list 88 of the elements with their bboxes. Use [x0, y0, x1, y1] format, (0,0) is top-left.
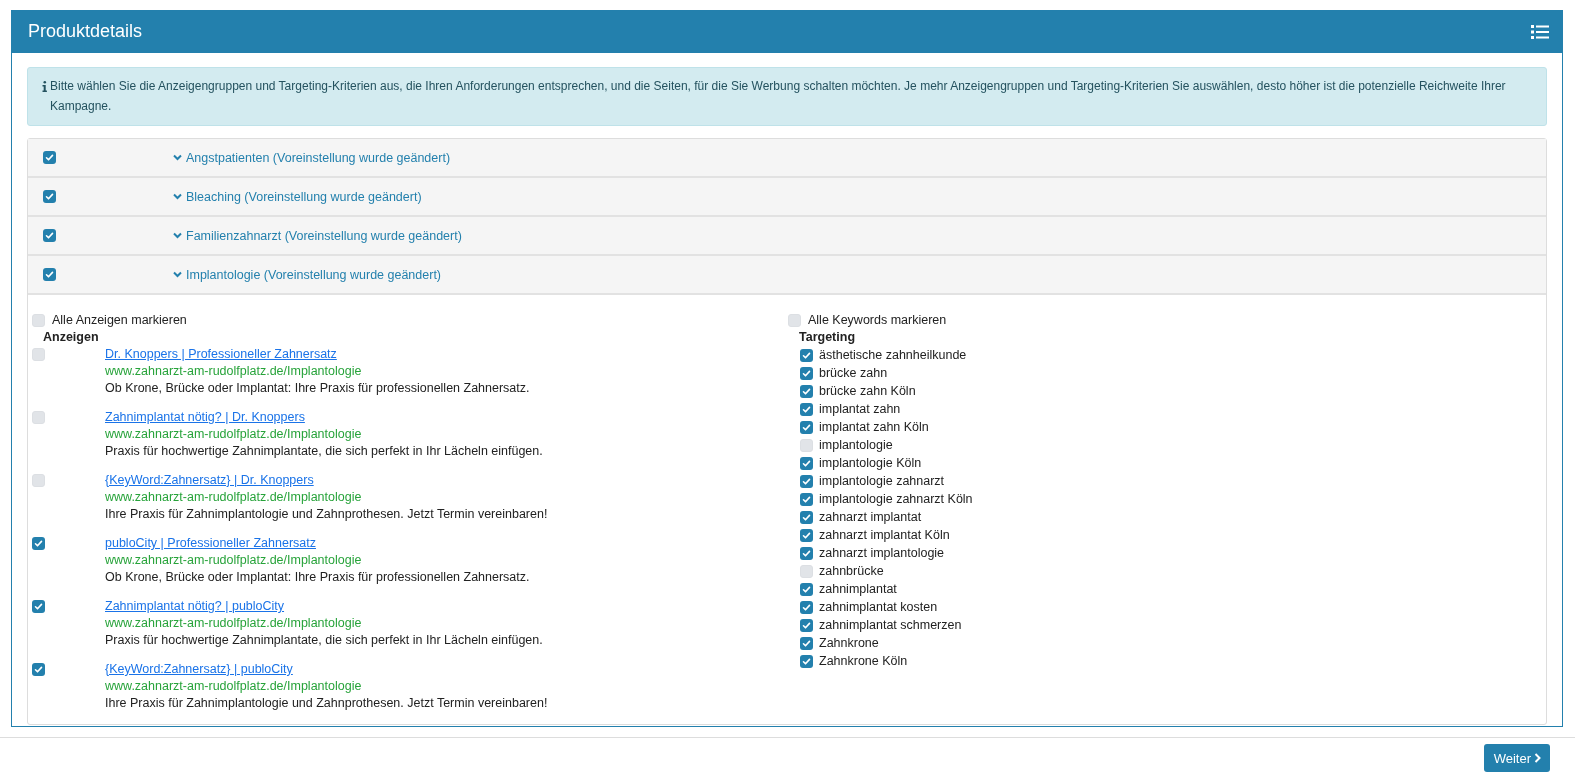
- keyword-label: implantologie Köln: [819, 456, 922, 470]
- keyword-label: ästhetische zahnheilkunde: [819, 348, 967, 362]
- checkbox[interactable]: [800, 654, 813, 668]
- keyword-label: implantat zahn: [819, 402, 901, 416]
- select-all-label: Alle Keywords markieren: [808, 313, 947, 327]
- chevron-down-icon: [173, 232, 182, 239]
- checkbox[interactable]: [800, 438, 813, 452]
- accordion-title[interactable]: Implantologie (Voreinstellung wurde geändert): [186, 267, 442, 282]
- checkbox[interactable]: [800, 564, 813, 578]
- checkbox[interactable]: [32, 537, 45, 550]
- keyword-label: Zahnkrone: [819, 636, 879, 650]
- ad-description: Praxis für hochwertige Zahnimplantate, die sich perfekt in Ihr Lächeln einfügen.: [105, 632, 543, 649]
- next-button[interactable]: Weiter: [1483, 744, 1550, 772]
- list-icon[interactable]: [1531, 23, 1549, 40]
- keyword-label: zahnarzt implantat: [819, 510, 922, 524]
- info-text: Bitte wählen Sie die Anzeigengruppen und Targeting-Kriterien aus, die Ihren Anforderungen entsprechen, und die Seiten, für die Sie Werbung schalten möchten. Je mehr Anzeigengruppen und Targeting-Kriterien Sie auswählen, desto höher ist die potenzielle Reichweite Ihrer Kampagne.: [50, 78, 1507, 115]
- accordion-title[interactable]: Angstpatienten (Voreinstellung wurde geändert): [186, 150, 451, 165]
- chevron-down-icon: [173, 154, 182, 161]
- keyword-label: brücke zahn Köln: [819, 384, 916, 398]
- accordion-header[interactable]: Bleaching (Voreinstellung wurde geändert): [28, 178, 1546, 217]
- ad-title-link[interactable]: {KeyWord:Zahnersatz} | Dr. Knoppers: [105, 472, 314, 489]
- ad-description: Praxis für hochwertige Zahnimplantate, die sich perfekt in Ihr Lächeln einfügen.: [105, 443, 543, 460]
- ad-title-link[interactable]: {KeyWord:Zahnersatz} | publoCity: [105, 661, 293, 678]
- accordion-title[interactable]: Bleaching (Voreinstellung wurde geändert): [186, 189, 422, 204]
- checkbox[interactable]: [800, 348, 813, 362]
- checkbox[interactable]: [788, 313, 801, 327]
- keyword-label: implantat zahn Köln: [819, 420, 929, 434]
- ad-url: www.zahnarzt-am-rudolfplatz.de/Implantologie: [105, 552, 363, 569]
- ad-url: www.zahnarzt-am-rudolfplatz.de/Implantologie: [105, 426, 363, 443]
- checkbox[interactable]: [32, 663, 45, 676]
- checkbox[interactable]: [800, 420, 813, 434]
- chevron-down-icon: [173, 193, 182, 200]
- ad-description: Ob Krone, Brücke oder Implantat: Ihre Praxis für professionellen Zahnersatz.: [105, 569, 530, 586]
- checkbox[interactable]: [32, 474, 45, 487]
- keyword-label: zahnimplantat: [819, 582, 897, 596]
- checkbox[interactable]: [32, 411, 45, 424]
- keyword-label: zahnimplantat kosten: [819, 600, 938, 614]
- checkbox[interactable]: [43, 151, 56, 164]
- keyword-label: zahnarzt implantologie: [819, 546, 945, 560]
- chevron-down-icon: [173, 271, 182, 278]
- keyword-label: brücke zahn: [819, 366, 888, 380]
- checkbox[interactable]: [800, 384, 813, 398]
- accordion-header[interactable]: Angstpatienten (Voreinstellung wurde geändert): [28, 139, 1546, 178]
- checkbox[interactable]: [32, 313, 45, 327]
- accordion-title[interactable]: Familienzahnarzt (Voreinstellung wurde geändert): [186, 228, 462, 243]
- accordion-header[interactable]: Familienzahnarzt (Voreinstellung wurde geändert): [28, 217, 1546, 256]
- ad-url: www.zahnarzt-am-rudolfplatz.de/Implantologie: [105, 363, 363, 380]
- ad-url: www.zahnarzt-am-rudolfplatz.de/Implantologie: [105, 615, 363, 632]
- accordion-header[interactable]: Implantologie (Voreinstellung wurde geändert): [28, 256, 1546, 295]
- checkbox[interactable]: [32, 348, 45, 361]
- checkbox[interactable]: [800, 618, 813, 632]
- ad-title-link[interactable]: publoCity | Professioneller Zahnersatz: [105, 535, 316, 552]
- ad-description: Ihre Praxis für Zahnimplantologie und Zahnprothesen. Jetzt Termin vereinbaren!: [105, 506, 548, 523]
- keyword-label: implantologie: [819, 438, 893, 452]
- checkbox[interactable]: [800, 474, 813, 488]
- ad-url: www.zahnarzt-am-rudolfplatz.de/Implantologie: [105, 489, 363, 506]
- section-heading: Anzeigen: [43, 329, 100, 346]
- checkbox[interactable]: [800, 492, 813, 506]
- ad-description: Ob Krone, Brücke oder Implantat: Ihre Praxis für professionellen Zahnersatz.: [105, 380, 530, 397]
- checkbox[interactable]: [43, 268, 56, 281]
- checkbox[interactable]: [800, 366, 813, 380]
- checkbox[interactable]: [800, 528, 813, 542]
- keyword-label: zahnarzt implantat Köln: [819, 528, 950, 542]
- keyword-label: Zahnkrone Köln: [819, 654, 908, 668]
- checkbox[interactable]: [800, 402, 813, 416]
- keyword-label: implantologie zahnarzt Köln: [819, 492, 973, 506]
- checkbox[interactable]: [800, 582, 813, 596]
- ad-title-link[interactable]: Zahnimplantat nötig? | publoCity: [105, 598, 285, 615]
- info-icon: [42, 81, 47, 92]
- checkbox[interactable]: [800, 456, 813, 470]
- select-all-label: Alle Anzeigen markieren: [52, 313, 187, 327]
- checkbox[interactable]: [800, 546, 813, 560]
- section-heading: Targeting: [799, 329, 857, 346]
- ad-description: Ihre Praxis für Zahnimplantologie und Zahnprothesen. Jetzt Termin vereinbaren!: [105, 695, 548, 712]
- checkbox[interactable]: [800, 636, 813, 650]
- checkbox[interactable]: [43, 229, 56, 242]
- keyword-label: zahnimplantat schmerzen: [819, 618, 962, 632]
- ad-url: www.zahnarzt-am-rudolfplatz.de/Implantologie: [105, 678, 363, 695]
- keyword-label: implantologie zahnarzt: [819, 474, 945, 488]
- checkbox[interactable]: [800, 510, 813, 524]
- chevron-right-icon: [1534, 753, 1541, 763]
- checkbox[interactable]: [32, 600, 45, 613]
- checkbox[interactable]: [43, 190, 56, 203]
- panel-title: Produktdetails: [28, 21, 143, 42]
- ad-title-link[interactable]: Dr. Knoppers | Professioneller Zahnersatz: [105, 346, 337, 363]
- ad-title-link[interactable]: Zahnimplantat nötig? | Dr. Knoppers: [105, 409, 305, 426]
- keyword-label: zahnbrücke: [819, 564, 884, 578]
- checkbox[interactable]: [800, 600, 813, 614]
